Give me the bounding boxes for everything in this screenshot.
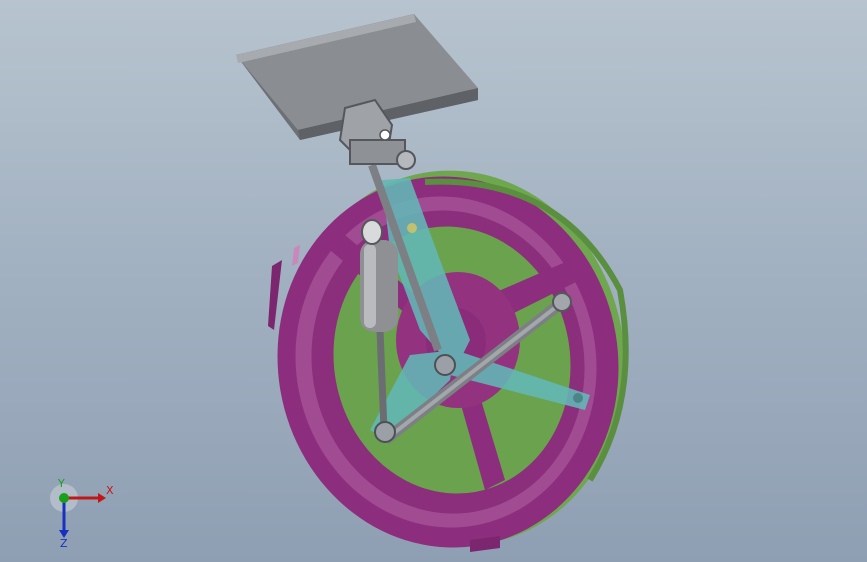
orientation-triad: X Y Z (50, 478, 114, 548)
x-axis-label: X (106, 484, 114, 497)
y-axis-label: Y (57, 478, 65, 490)
cad-viewport[interactable] (0, 0, 867, 562)
z-axis-label: Z (60, 537, 68, 548)
pivot-pin (407, 223, 417, 233)
y-axis (59, 493, 69, 503)
